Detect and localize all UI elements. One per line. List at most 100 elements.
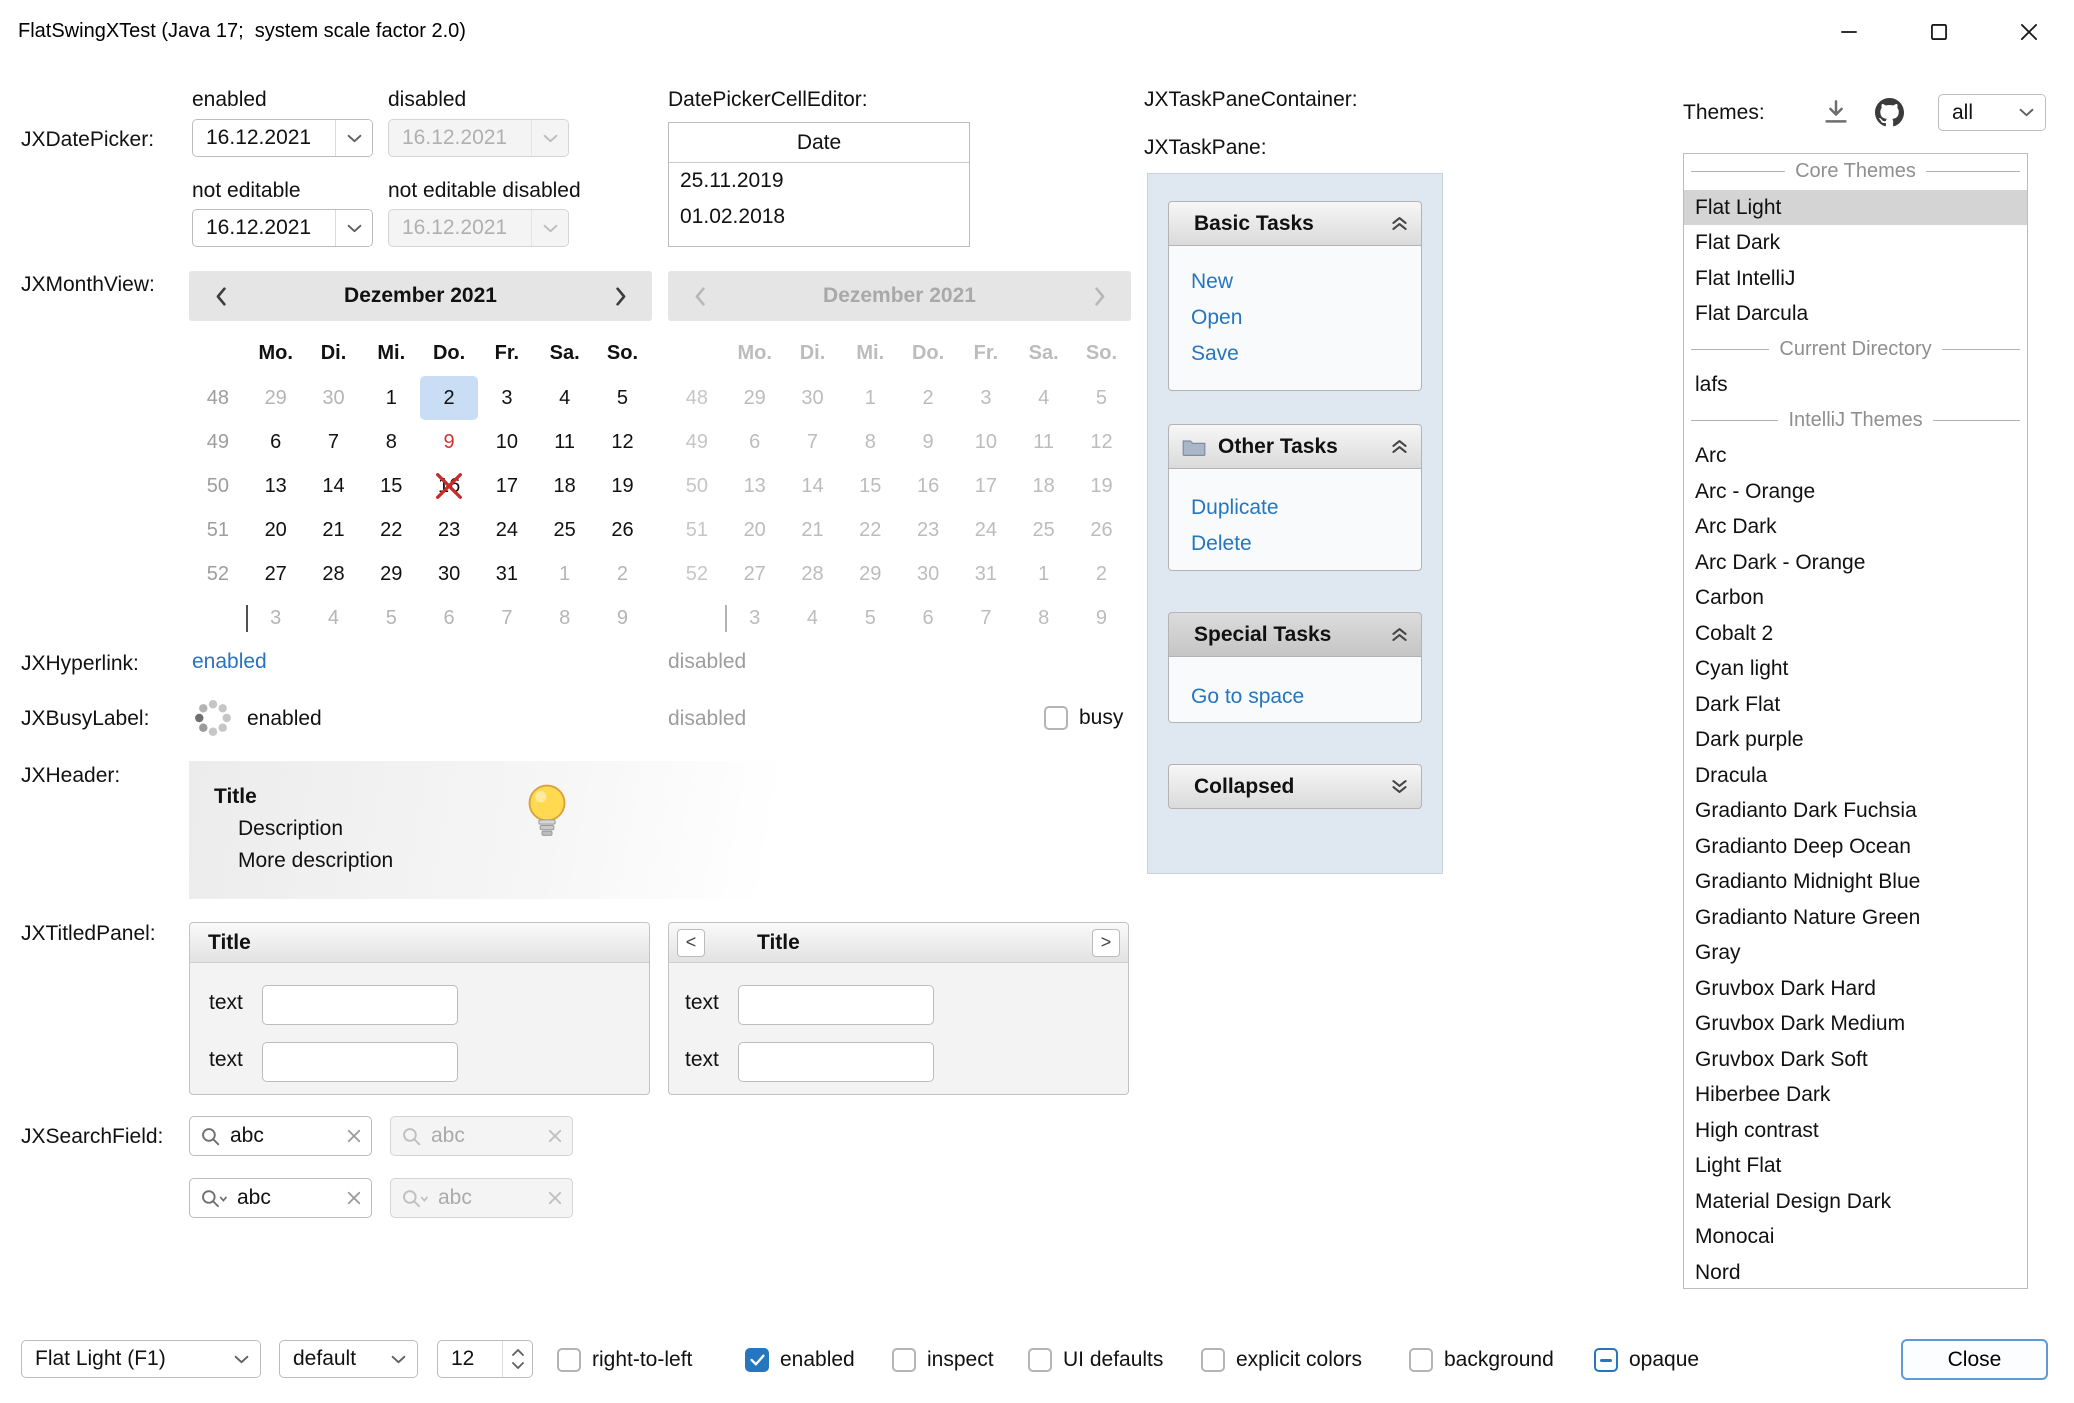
- font-size-spinner[interactable]: 12: [437, 1340, 533, 1378]
- calendar-day[interactable]: 30: [420, 552, 478, 596]
- chevron-down-icon[interactable]: [335, 210, 372, 246]
- calendar-day[interactable]: 20: [247, 508, 305, 552]
- checkbox-box[interactable]: [892, 1348, 916, 1372]
- theme-list-item[interactable]: Dark purple: [1684, 722, 2027, 758]
- calendar-day[interactable]: 2: [420, 376, 478, 420]
- calendar-day[interactable]: 26: [594, 508, 652, 552]
- task-link-save[interactable]: Save: [1191, 336, 1421, 372]
- close-window-button[interactable]: [1984, 0, 2074, 63]
- theme-list-item[interactable]: Light Flat: [1684, 1148, 2027, 1184]
- spinner-up-icon[interactable]: [512, 1349, 524, 1356]
- calendar-day[interactable]: 12: [594, 420, 652, 464]
- table-row[interactable]: 25.11.2019: [669, 163, 969, 199]
- searchfield-enabled[interactable]: abc: [189, 1116, 372, 1156]
- titledpanel-text-input[interactable]: [738, 1042, 934, 1082]
- calendar-day[interactable]: 30: [305, 376, 363, 420]
- collapse-chevrons-icon[interactable]: [1391, 626, 1408, 643]
- searchfield-value[interactable]: abc: [237, 1186, 338, 1210]
- task-link-delete[interactable]: Delete: [1191, 526, 1421, 562]
- theme-list-item[interactable]: Dark Flat: [1684, 687, 2027, 723]
- style-combo[interactable]: default: [279, 1340, 418, 1378]
- theme-list-item[interactable]: High contrast: [1684, 1113, 2027, 1149]
- checkbox-box[interactable]: [1201, 1348, 1225, 1372]
- calendar-day[interactable]: 7: [478, 596, 536, 640]
- calendar-day[interactable]: 11: [536, 420, 594, 464]
- calendar-day[interactable]: 5: [594, 376, 652, 420]
- calendar-day[interactable]: 17: [478, 464, 536, 508]
- calendar-day[interactable]: 21: [305, 508, 363, 552]
- calendar-day[interactable]: 1: [362, 376, 420, 420]
- calendar-day[interactable]: 10: [478, 420, 536, 464]
- chevron-down-icon[interactable]: [223, 1341, 260, 1377]
- calendar-day[interactable]: 9: [594, 596, 652, 640]
- calendar-day[interactable]: 2: [594, 552, 652, 596]
- taskpane-header[interactable]: Basic Tasks: [1168, 201, 1422, 246]
- task-link-duplicate[interactable]: Duplicate: [1191, 490, 1421, 526]
- search-menu-icon[interactable]: [200, 1188, 228, 1209]
- datepicker-not-editable[interactable]: 16.12.2021: [192, 209, 373, 247]
- task-link-go-to-space[interactable]: Go to space: [1191, 679, 1421, 715]
- calendar-day[interactable]: 6: [420, 596, 478, 640]
- calendar-day[interactable]: 25: [536, 508, 594, 552]
- theme-list-item[interactable]: Hiberbee Dark: [1684, 1077, 2027, 1113]
- theme-list-item[interactable]: Material Design Dark: [1684, 1184, 2027, 1220]
- calendar-day[interactable]: 29: [362, 552, 420, 596]
- laf-combo[interactable]: Flat Light (F1): [21, 1340, 261, 1378]
- titledpanel-text-input[interactable]: [262, 1042, 458, 1082]
- previous-month-icon[interactable]: [206, 286, 234, 307]
- titledpanel-text-input[interactable]: [262, 985, 458, 1025]
- checkbox-box[interactable]: [1594, 1348, 1618, 1372]
- chevron-down-icon[interactable]: [335, 120, 372, 156]
- calendar-day[interactable]: 29: [247, 376, 305, 420]
- calendar-day[interactable]: 4: [305, 596, 363, 640]
- theme-list-item[interactable]: Cobalt 2: [1684, 616, 2027, 652]
- theme-list-item[interactable]: Nord: [1684, 1255, 2027, 1290]
- themes-filter-combo[interactable]: all: [1938, 94, 2046, 131]
- theme-list-item[interactable]: Gradianto Nature Green: [1684, 900, 2027, 936]
- theme-list-item[interactable]: Dracula: [1684, 758, 2027, 794]
- calendar-day[interactable]: 6: [247, 420, 305, 464]
- spinner-buttons[interactable]: [502, 1341, 532, 1377]
- expand-chevrons-icon[interactable]: [1391, 778, 1408, 795]
- themes-list[interactable]: Core ThemesFlat LightFlat DarkFlat Intel…: [1683, 153, 2028, 1289]
- taskpane-header[interactable]: Collapsed: [1168, 764, 1422, 809]
- calendar-day[interactable]: 27: [247, 552, 305, 596]
- calendar-day[interactable]: 23: [420, 508, 478, 552]
- titledpanel-prev-button[interactable]: <: [677, 929, 705, 957]
- collapse-chevrons-icon[interactable]: [1391, 438, 1408, 455]
- calendar-day[interactable]: 7: [305, 420, 363, 464]
- theme-list-item[interactable]: Arc - Orange: [1684, 474, 2027, 510]
- searchfield-value[interactable]: abc: [230, 1124, 338, 1148]
- checkbox-box[interactable]: [745, 1348, 769, 1372]
- theme-list-item[interactable]: Flat IntelliJ: [1684, 261, 2027, 297]
- theme-list-item[interactable]: Gradianto Deep Ocean: [1684, 829, 2027, 865]
- theme-list-item[interactable]: Gray: [1684, 935, 2027, 971]
- calendar-day[interactable]: 16: [420, 464, 478, 508]
- calendar-day[interactable]: 8: [536, 596, 594, 640]
- maximize-button[interactable]: [1894, 0, 1984, 63]
- datepicker-enabled[interactable]: 16.12.2021: [192, 119, 373, 157]
- titledpanel-next-button[interactable]: >: [1092, 929, 1120, 957]
- close-button[interactable]: Close: [1901, 1339, 2048, 1380]
- theme-list-item[interactable]: Gradianto Dark Fuchsia: [1684, 793, 2027, 829]
- table-row[interactable]: 01.02.2018: [669, 199, 969, 235]
- download-theme-button[interactable]: [1818, 94, 1854, 130]
- theme-list-item[interactable]: Gruvbox Dark Hard: [1684, 971, 2027, 1007]
- checkbox-box[interactable]: [1409, 1348, 1433, 1372]
- checkbox-box[interactable]: [557, 1348, 581, 1372]
- taskpane-header[interactable]: Other Tasks: [1168, 424, 1422, 469]
- calendar-day[interactable]: 31: [478, 552, 536, 596]
- theme-list-item[interactable]: Arc: [1684, 438, 2027, 474]
- calendar-day[interactable]: 3: [478, 376, 536, 420]
- theme-list-item[interactable]: Arc Dark - Orange: [1684, 545, 2027, 581]
- titledpanel-text-input[interactable]: [738, 985, 934, 1025]
- busy-checkbox[interactable]: [1044, 706, 1068, 730]
- theme-list-item[interactable]: Gruvbox Dark Soft: [1684, 1042, 2027, 1078]
- clear-search-icon[interactable]: [347, 1129, 361, 1143]
- theme-list-item[interactable]: Flat Darcula: [1684, 296, 2027, 332]
- github-button[interactable]: [1871, 94, 1907, 130]
- calendar-day[interactable]: 19: [594, 464, 652, 508]
- calendar-day[interactable]: 9: [420, 420, 478, 464]
- cell-editor-table[interactable]: Date 25.11.2019 01.02.2018: [668, 122, 970, 247]
- taskpane-header[interactable]: Special Tasks: [1168, 612, 1422, 657]
